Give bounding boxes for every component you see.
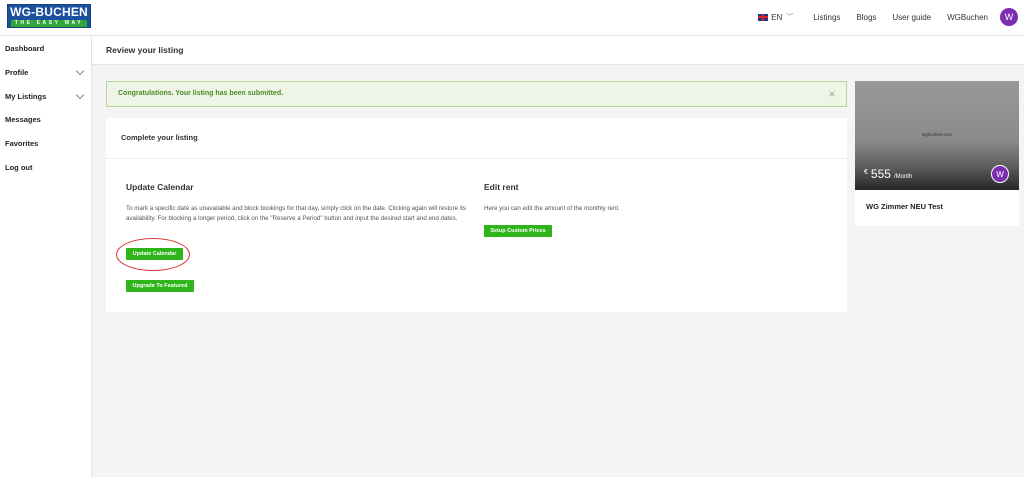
page-title: Review your listing	[106, 45, 184, 55]
sidebar-item-label: Dashboard	[5, 43, 45, 53]
nav-link-listings[interactable]: Listings	[813, 13, 840, 22]
upgrade-to-featured-button[interactable]: Upgrade To Featured	[126, 280, 194, 292]
sidebar: Dashboard Profile My Listings Messages F…	[0, 36, 92, 477]
nav-link-user-guide[interactable]: User guide	[892, 13, 931, 22]
card-header: Complete your listing	[106, 118, 847, 159]
sidebar-item-label: Messages	[5, 114, 41, 124]
chevron-down-icon	[75, 66, 85, 75]
edit-rent-text: Here you can edit the amount of the mont…	[484, 205, 620, 212]
nav-link-account[interactable]: WGBuchen	[947, 13, 988, 22]
complete-listing-card: Complete your listing Update Calendar To…	[106, 118, 847, 312]
uk-flag-icon	[758, 13, 769, 21]
listing-image[interactable]: wgbuchen.com € 555 /Month W	[855, 81, 1019, 190]
sidebar-item-label: My Listings	[5, 91, 47, 101]
nav-link-blogs[interactable]: Blogs	[856, 13, 876, 22]
chevron-down-icon	[75, 90, 85, 99]
sidebar-item-log-out[interactable]: Log out	[5, 160, 87, 174]
user-avatar[interactable]: W	[1000, 8, 1018, 26]
sidebar-item-label: Log out	[5, 162, 33, 172]
top-nav: EN ﹀ Listings Blogs User guide WGBuchen …	[758, 6, 1018, 28]
alert-message: Congratulations. Your listing has been s…	[118, 90, 284, 97]
price-period: /Month	[893, 174, 913, 180]
language-selector[interactable]: EN ﹀	[758, 12, 793, 22]
listing-price: € 555 /Month	[864, 167, 912, 181]
success-alert: Congratulations. Your listing has been s…	[106, 81, 847, 107]
update-calendar-text: To mark a specific date as unavailable a…	[126, 205, 467, 222]
owner-avatar[interactable]: W	[991, 165, 1009, 183]
price-currency: €	[864, 169, 868, 176]
sidebar-item-profile[interactable]: Profile	[5, 65, 87, 79]
price-value: 555	[870, 167, 891, 181]
setup-custom-prices-button[interactable]: Setup Custom Prices	[484, 225, 552, 237]
logo-text: WG-BUCHEN	[10, 5, 88, 19]
listing-name[interactable]: WG Zimmer NEU Test	[866, 202, 943, 211]
card-title: Complete your listing	[121, 133, 198, 142]
chevron-down-icon: ﹀	[786, 14, 794, 21]
edit-rent-title: Edit rent	[484, 182, 519, 192]
listing-preview-card[interactable]: wgbuchen.com € 555 /Month W WG Zimmer NE…	[855, 81, 1019, 226]
update-calendar-title: Update Calendar	[126, 182, 194, 192]
close-icon[interactable]: ×	[824, 85, 840, 103]
sidebar-item-label: Profile	[5, 67, 29, 77]
sidebar-item-my-listings[interactable]: My Listings	[5, 89, 87, 103]
sidebar-item-dashboard[interactable]: Dashboard	[5, 41, 87, 55]
sidebar-item-label: Favorites	[5, 138, 39, 148]
logo[interactable]: WG-BUCHEN THE EASY WAY	[7, 4, 91, 28]
top-bar: WG-BUCHEN THE EASY WAY EN ﹀ Listings Blo…	[0, 0, 1024, 36]
language-label: EN	[771, 12, 783, 22]
sidebar-item-favorites[interactable]: Favorites	[5, 136, 87, 150]
update-calendar-button[interactable]: Update Calendar	[126, 248, 183, 260]
page-header: Review your listing	[92, 36, 1024, 65]
sidebar-item-messages[interactable]: Messages	[5, 112, 87, 126]
logo-tagline: THE EASY WAY	[11, 20, 87, 27]
image-watermark: wgbuchen.com	[921, 132, 953, 137]
